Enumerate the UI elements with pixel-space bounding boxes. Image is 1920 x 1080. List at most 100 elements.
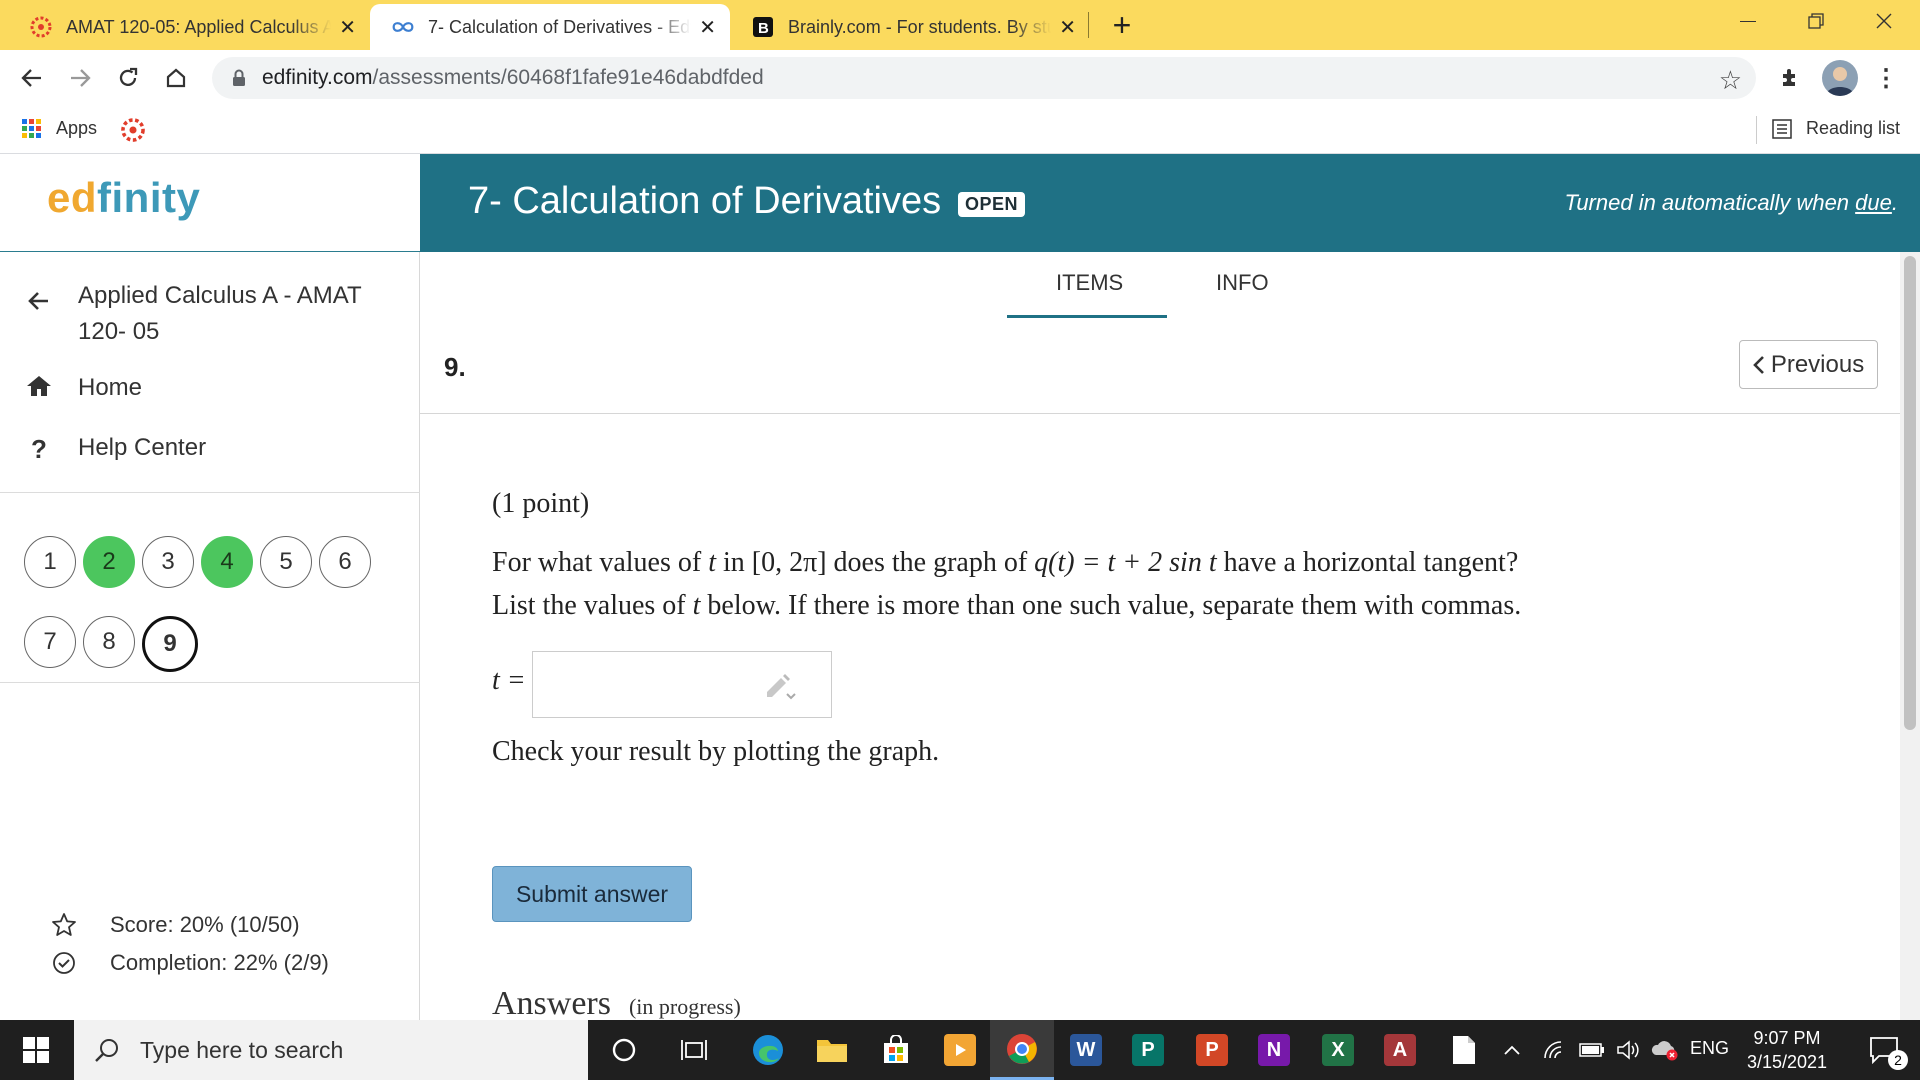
apps-bookmark[interactable]: Apps bbox=[22, 118, 97, 139]
extensions-icon[interactable] bbox=[1770, 58, 1810, 98]
browser-tab-edfinity[interactable]: 7- Calculation of Derivatives - Edfinity… bbox=[370, 4, 730, 50]
question-circle[interactable]: 7 bbox=[24, 616, 76, 668]
chevron-up-icon[interactable] bbox=[1490, 1020, 1534, 1080]
sidebar-divider bbox=[0, 492, 420, 493]
file-explorer-icon[interactable] bbox=[800, 1020, 864, 1080]
question-circle[interactable]: 3 bbox=[142, 536, 194, 588]
due-note: Turned in automatically when due. bbox=[1564, 190, 1898, 215]
answers-heading: Answers (in progress) bbox=[492, 985, 741, 1022]
question-mark-icon: ? bbox=[31, 434, 47, 464]
help-label: Help Center bbox=[78, 434, 207, 461]
math-editor-pencil-icon[interactable] bbox=[763, 672, 797, 705]
reading-list-label: Reading list bbox=[1806, 118, 1901, 138]
onedrive-error-icon[interactable] bbox=[1644, 1020, 1686, 1080]
main-content: ITEMS INFO 9. Previous (1 point) For wha… bbox=[420, 252, 1900, 1022]
arrow-left-icon bbox=[24, 290, 54, 312]
edge-icon[interactable] bbox=[736, 1020, 800, 1080]
question-circle[interactable]: 1 bbox=[24, 536, 76, 588]
submit-answer-button[interactable]: Submit answer bbox=[492, 866, 692, 922]
brainly-icon: B bbox=[752, 16, 774, 38]
battery-icon[interactable] bbox=[1572, 1020, 1612, 1080]
edfinity-logo[interactable]: edfinity bbox=[47, 174, 200, 222]
page-title: 7- Calculation of Derivatives bbox=[468, 180, 942, 222]
store-icon[interactable] bbox=[864, 1020, 928, 1080]
network-icon[interactable] bbox=[1534, 1020, 1574, 1080]
home-button[interactable] bbox=[156, 58, 196, 98]
close-window-button[interactable] bbox=[1850, 0, 1918, 42]
back-button[interactable] bbox=[12, 58, 52, 98]
course-name-line2: 120- 05 bbox=[78, 318, 160, 345]
question-circle[interactable]: 6 bbox=[319, 536, 371, 588]
question-circle[interactable]: 2 bbox=[83, 536, 135, 588]
tab-info[interactable]: INFO bbox=[1216, 270, 1269, 296]
logo-area: edfinity bbox=[0, 154, 420, 252]
sidebar-item-course[interactable]: Applied Calculus A - AMAT 120- 05 bbox=[24, 278, 362, 350]
check-circle-icon bbox=[50, 951, 78, 975]
close-icon[interactable]: ✕ bbox=[1059, 15, 1076, 40]
media-player-icon[interactable] bbox=[928, 1020, 992, 1080]
question-navigator: 1 2 3 4 5 6 7 8 9 bbox=[24, 536, 394, 672]
previous-label: Previous bbox=[1770, 350, 1865, 378]
question-divider bbox=[420, 413, 1900, 414]
score-label: Score: 20% (10/50) bbox=[110, 912, 300, 937]
address-bar[interactable]: edfinity.com/assessments/60468f1fafe91e4… bbox=[212, 57, 1756, 99]
onenote-icon[interactable]: N bbox=[1242, 1020, 1306, 1080]
chrome-icon[interactable] bbox=[990, 1020, 1054, 1080]
search-icon bbox=[94, 1037, 120, 1063]
question-circle[interactable]: 4 bbox=[201, 536, 253, 588]
cortana-icon[interactable] bbox=[592, 1020, 656, 1080]
question-circle-current[interactable]: 9 bbox=[142, 616, 198, 672]
sidebar-divider bbox=[0, 682, 420, 683]
sidebar-item-help[interactable]: ? Help Center bbox=[24, 434, 206, 465]
answer-input[interactable] bbox=[532, 651, 832, 718]
scrollbar-thumb[interactable] bbox=[1904, 256, 1916, 730]
clock-time: 9:07 PM bbox=[1753, 1028, 1821, 1048]
chevron-left-icon bbox=[1752, 355, 1765, 375]
excel-icon[interactable]: X bbox=[1306, 1020, 1370, 1080]
taskbar-search-input[interactable]: Type here to search bbox=[74, 1020, 588, 1080]
browser-tab-canvas[interactable]: AMAT 120-05: Applied Calculus A ✕ bbox=[8, 4, 370, 50]
menu-kebab-icon[interactable]: ⋮ bbox=[1866, 58, 1906, 98]
reading-list-button[interactable]: Reading list bbox=[1772, 118, 1900, 139]
tab-title: 7- Calculation of Derivatives - Edfinity bbox=[428, 16, 691, 37]
publisher-icon[interactable]: P bbox=[1116, 1020, 1180, 1080]
system-clock[interactable]: 9:07 PM 3/15/2021 bbox=[1732, 1026, 1842, 1074]
arrow-right-icon bbox=[71, 69, 91, 87]
active-tab-indicator bbox=[1007, 315, 1167, 318]
completion-stat: Completion: 22% (2/9) bbox=[50, 950, 329, 976]
minimize-button[interactable] bbox=[1714, 0, 1782, 42]
question-circle[interactable]: 8 bbox=[83, 616, 135, 668]
windows-start-icon[interactable] bbox=[4, 1020, 68, 1080]
reload-button[interactable] bbox=[108, 58, 148, 98]
star-icon bbox=[50, 912, 78, 938]
due-link[interactable]: due bbox=[1855, 190, 1892, 215]
access-icon[interactable]: A bbox=[1368, 1020, 1432, 1080]
blank-document-icon[interactable] bbox=[1432, 1020, 1496, 1080]
close-icon[interactable]: ✕ bbox=[339, 15, 356, 40]
canvas-bookmark-icon[interactable] bbox=[120, 117, 146, 148]
avatar[interactable] bbox=[1822, 60, 1858, 96]
reload-icon bbox=[119, 67, 138, 86]
powerpoint-icon[interactable]: P bbox=[1180, 1020, 1244, 1080]
previous-button[interactable]: Previous bbox=[1739, 340, 1878, 389]
forward-button[interactable] bbox=[60, 58, 100, 98]
restore-button[interactable] bbox=[1782, 0, 1850, 42]
star-icon[interactable]: ☆ bbox=[1719, 65, 1742, 96]
question-circle[interactable]: 5 bbox=[260, 536, 312, 588]
word-icon[interactable]: W bbox=[1054, 1020, 1118, 1080]
notifications-icon[interactable]: 2 bbox=[1852, 1020, 1916, 1080]
sidebar-item-home[interactable]: Home bbox=[24, 374, 142, 402]
assessment-banner: 7- Calculation of Derivatives OPEN Turne… bbox=[420, 154, 1920, 252]
volume-icon[interactable] bbox=[1608, 1020, 1648, 1080]
answer-prefix: t = bbox=[492, 665, 526, 696]
browser-tab-brainly[interactable]: B Brainly.com - For students. By student… bbox=[730, 4, 1090, 50]
task-view-icon[interactable] bbox=[662, 1020, 726, 1080]
reading-list-icon bbox=[1772, 118, 1792, 139]
page-scrollbar[interactable] bbox=[1900, 252, 1920, 1020]
edfinity-icon bbox=[392, 16, 414, 38]
tab-items[interactable]: ITEMS bbox=[1056, 270, 1123, 296]
new-tab-button[interactable]: + bbox=[1104, 4, 1140, 46]
language-indicator[interactable]: ENG bbox=[1690, 1038, 1729, 1059]
close-icon[interactable]: ✕ bbox=[699, 15, 716, 40]
question-number: 9. bbox=[444, 352, 466, 382]
